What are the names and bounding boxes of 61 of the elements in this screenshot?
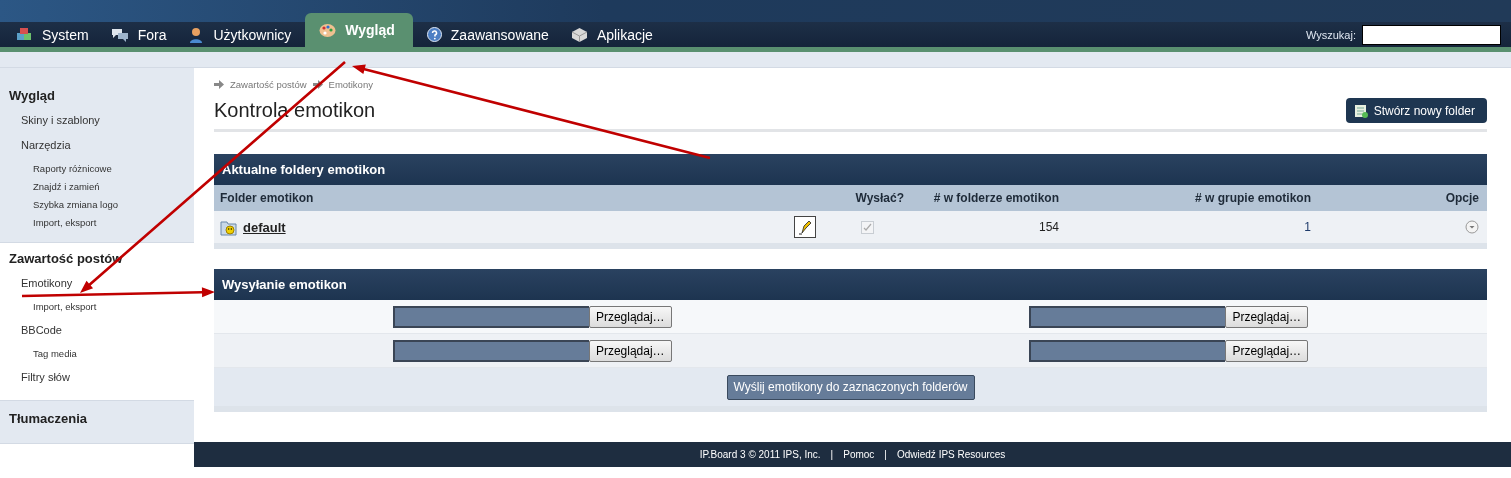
- sidebar-sublink[interactable]: Znajdź i zamień: [0, 178, 194, 196]
- browse-button[interactable]: Przeglądaj…: [588, 305, 672, 328]
- table-cell: 154: [1038, 220, 1059, 234]
- breadcrumb-link[interactable]: Zawartość postów: [230, 79, 307, 90]
- nav-tab[interactable]: Aplikacje: [562, 22, 667, 47]
- panel-header: Aktualne foldery emotikon: [214, 154, 1487, 185]
- sidebar-link[interactable]: BBCode: [0, 320, 194, 340]
- speech-bubbles-icon: [110, 27, 129, 42]
- help-icon: [426, 27, 442, 42]
- table-cell: 1: [1304, 220, 1311, 234]
- nav-tab[interactable]: Zaawansowane: [418, 22, 563, 47]
- sidebar-link[interactable]: Skiny i szablony: [0, 110, 194, 130]
- column-header: Opcje: [1319, 185, 1487, 211]
- browse-button[interactable]: Przeglądaj…: [1225, 339, 1309, 362]
- cubes-icon: [16, 27, 33, 42]
- folder-link[interactable]: default: [243, 219, 286, 235]
- panel-header: Wysyłanie emotikon: [214, 269, 1487, 300]
- page-title: Kontrola emotikon: [214, 99, 376, 122]
- sidebar-sublink[interactable]: Tag media: [0, 345, 194, 363]
- document-add-icon: [1353, 103, 1368, 118]
- file-field[interactable]: [1029, 305, 1226, 328]
- column-header: # w folderze emotikon: [912, 185, 1067, 211]
- search-field[interactable]: [1362, 24, 1501, 45]
- sidebar-link[interactable]: Narzędzia: [0, 135, 194, 155]
- nav-tab[interactable]: Wygląd: [305, 13, 413, 47]
- arrow-right-icon: [214, 80, 224, 89]
- footer-link[interactable]: Pomoc: [843, 449, 875, 460]
- sidebar-link[interactable]: Filtry słów: [0, 367, 194, 387]
- checkbox[interactable]: [860, 220, 874, 234]
- browse-button[interactable]: Przeglądaj…: [1225, 305, 1309, 328]
- section-title: Wygląd: [8, 88, 56, 104]
- new-folder-button[interactable]: Stwórz nowy folder: [1345, 98, 1487, 123]
- search-label: Wyszukaj:: [1305, 28, 1356, 41]
- file-field[interactable]: [392, 339, 589, 362]
- column-header: # w grupie emotikon: [1067, 185, 1319, 211]
- pencil-icon[interactable]: [794, 216, 816, 238]
- sidebar-sublink[interactable]: Szybka zmiana logo: [0, 196, 194, 214]
- person-icon: [188, 26, 205, 43]
- smiley-folder-icon: [220, 218, 237, 236]
- sidebar-link[interactable]: Emotikony: [0, 273, 194, 293]
- file-field[interactable]: [392, 305, 589, 328]
- dropdown-icon[interactable]: [1465, 220, 1479, 234]
- footer-link[interactable]: Odwiedź IPS Resources: [896, 449, 1006, 460]
- file-field[interactable]: [1029, 339, 1226, 362]
- nav-tab[interactable]: Fora: [102, 22, 181, 47]
- column-header: Folder emotikon: [214, 185, 824, 211]
- separator: |: [830, 449, 834, 460]
- upload-button[interactable]: Wyślij emotikony do zaznaczonych folderów: [726, 374, 975, 400]
- sidebar-sublink[interactable]: Import, eksport: [0, 298, 194, 316]
- palette-icon: [319, 22, 337, 38]
- sidebar-sublink[interactable]: Import, eksport: [0, 214, 194, 232]
- breadcrumb-link[interactable]: Emotikony: [328, 79, 373, 90]
- column-header: Wysłać?: [824, 185, 912, 211]
- sidebar-sublink[interactable]: Raporty różnicowe: [0, 160, 194, 178]
- copyright-text: IP.Board 3 © 2011 IPS, Inc.: [699, 449, 821, 460]
- separator: |: [884, 449, 887, 460]
- blocks-icon: [570, 27, 588, 42]
- section-title: Tłumaczenia: [8, 411, 89, 427]
- browse-button[interactable]: Przeglądaj…: [588, 339, 672, 362]
- nav-tab[interactable]: System: [8, 22, 103, 47]
- nav-tab[interactable]: Użytkownicy: [180, 22, 306, 47]
